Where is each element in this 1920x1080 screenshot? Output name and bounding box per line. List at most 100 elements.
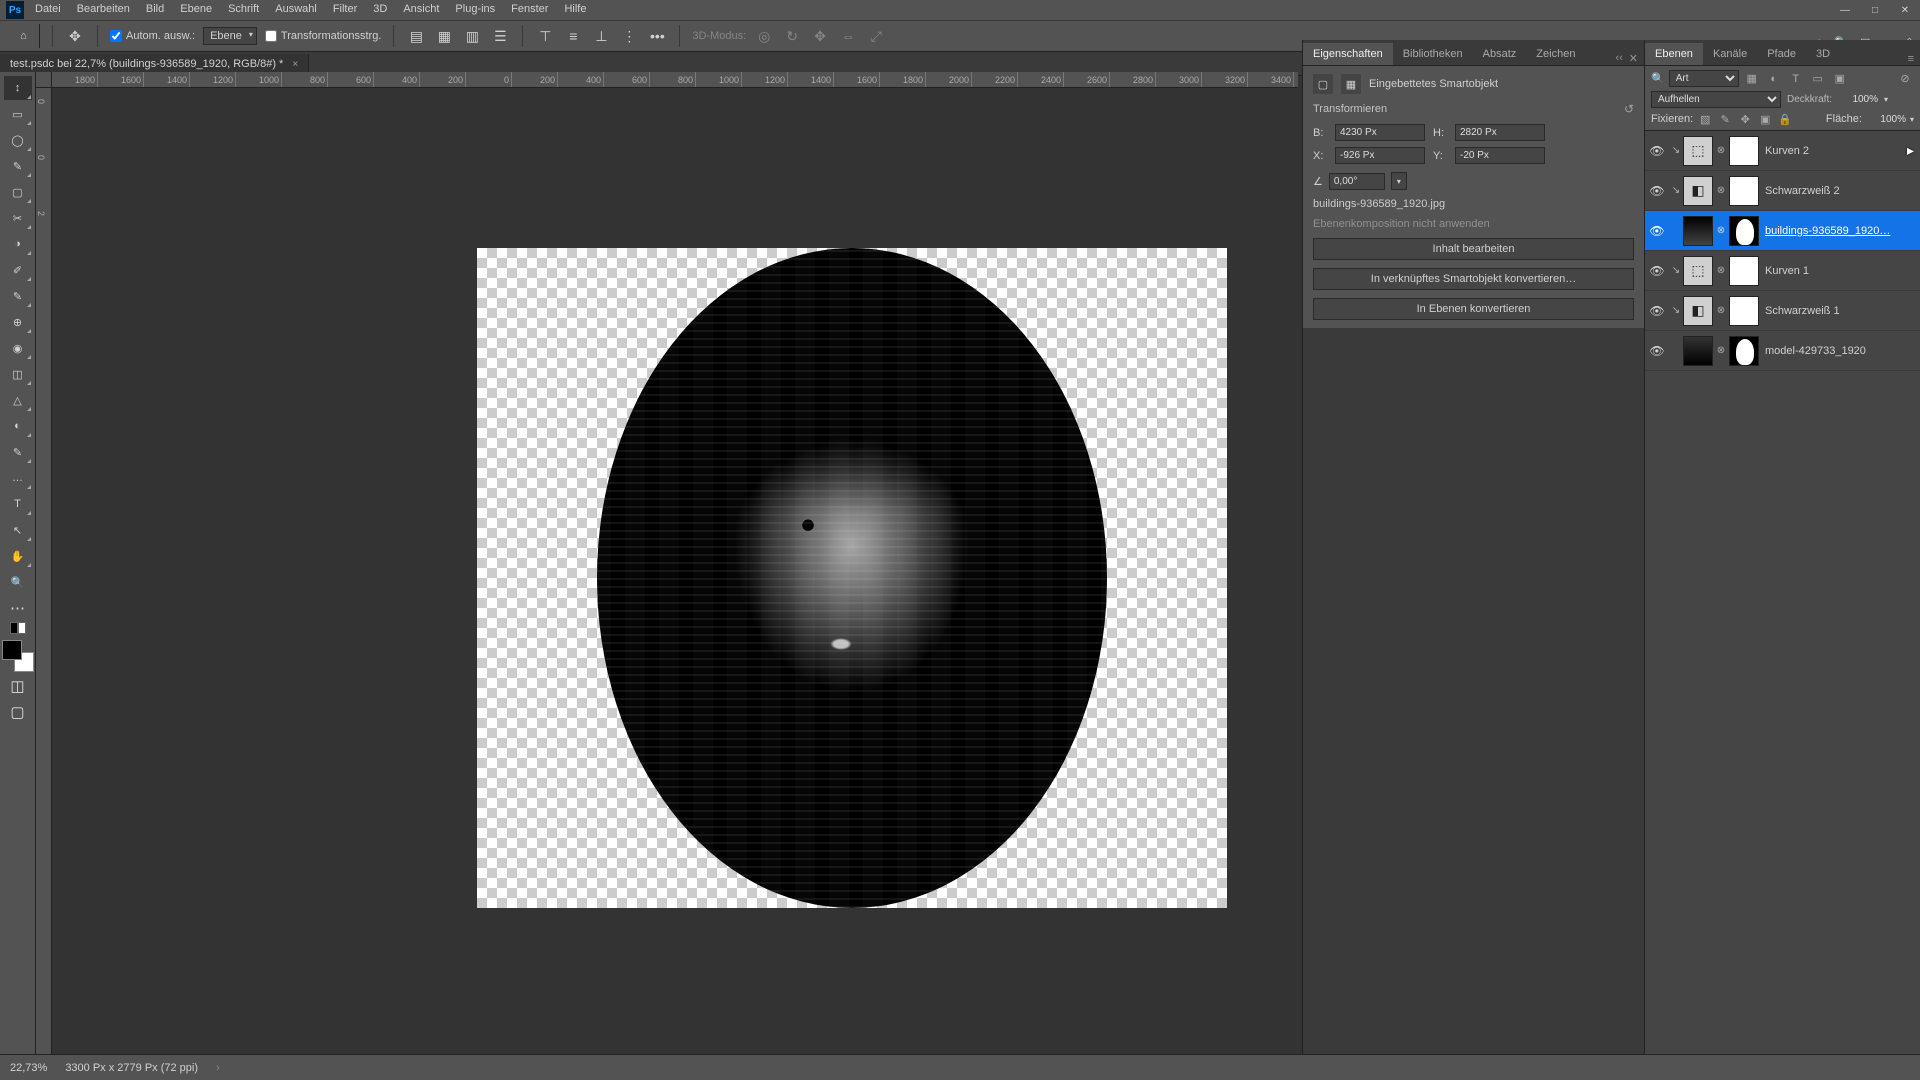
status-more-icon[interactable]: › [216,1062,220,1074]
link-mask-icon[interactable]: ⊗ [1715,345,1727,356]
tab-3d[interactable]: 3D [1806,43,1840,65]
auto-select-target-select[interactable]: Ebene [203,27,257,45]
edit-toolbar[interactable]: ⋯ [4,596,32,620]
lock-paint-icon[interactable]: ✎ [1717,112,1733,126]
canvas-viewport[interactable] [52,88,1298,1054]
layer-row[interactable]: 👁 ↘ ⬚ ⊗ Kurven 1 [1645,251,1920,291]
maximize-button[interactable]: □ [1860,0,1890,20]
align-left-icon[interactable]: ▤ [406,26,426,46]
transform-controls-checkbox[interactable]: Transformationsstrg. [265,30,381,42]
mask-thumb[interactable] [1729,216,1759,246]
distribute-h-icon[interactable]: ☰ [490,26,510,46]
dodge-tool[interactable]: ✎ [4,440,32,464]
visibility-icon[interactable]: 👁 [1645,144,1669,158]
convert-layers-button[interactable]: In Ebenen konvertieren [1313,298,1634,320]
brush-tool[interactable]: ✎ [4,284,32,308]
visibility-icon[interactable]: 👁 [1645,224,1669,238]
filter-smart-icon[interactable]: ▣ [1831,71,1849,87]
gradient-tool[interactable]: △ [4,388,32,412]
align-bottom-icon[interactable]: ⊥ [591,26,611,46]
x-input[interactable] [1335,147,1425,164]
lasso-tool[interactable]: ◯ [4,128,32,152]
lock-position-icon[interactable]: ✥ [1737,112,1753,126]
tab-paths[interactable]: Pfade [1757,43,1806,65]
search-icon[interactable]: 🔍 [1651,72,1665,85]
link-mask-icon[interactable]: ⊗ [1715,225,1727,236]
frame-tool[interactable]: ✂ [4,206,32,230]
document-tab[interactable]: test.psdc bei 22,7% (buildings-936589_19… [0,54,309,74]
clone-stamp-tool[interactable]: ⊕ [4,310,32,334]
auto-select-checkbox[interactable]: Autom. ausw.: [110,30,195,42]
lock-artboard-icon[interactable]: ▣ [1757,112,1773,126]
layer-thumb[interactable] [1683,216,1713,246]
lock-transparency-icon[interactable]: ▧ [1697,112,1713,126]
mask-thumb[interactable] [1729,176,1759,206]
distribute-v-icon[interactable]: ⋮ [619,26,639,46]
menu-item[interactable]: Bearbeiten [69,0,138,18]
tab-paragraph[interactable]: Absatz [1473,43,1527,65]
link-mask-icon[interactable]: ⊗ [1715,185,1727,196]
layer-name[interactable]: Schwarzweiß 1 [1765,305,1914,317]
convert-linked-button[interactable]: In verknüpftes Smartobjekt konvertieren… [1313,268,1634,290]
close-panel-icon[interactable]: ✕ [1629,52,1638,65]
tab-layers[interactable]: Ebenen [1645,43,1703,65]
marquee-tool[interactable]: ▭ [4,102,32,126]
ruler-origin[interactable] [36,72,52,88]
mask-thumb[interactable] [1729,336,1759,366]
move-tool[interactable]: ↕ [4,76,32,100]
layer-name[interactable]: buildings-936589_1920… [1765,225,1914,237]
adjustment-thumb-icon[interactable]: ◧ [1683,176,1713,206]
screenmode-icon[interactable]: ▢ [4,700,32,724]
default-swatches-icon[interactable] [10,622,26,634]
tab-channels[interactable]: Kanäle [1703,43,1757,65]
close-button[interactable]: ✕ [1890,0,1920,20]
edit-contents-button[interactable]: Inhalt bearbeiten [1313,238,1634,260]
ruler-vertical[interactable]: 002 [36,88,52,1054]
filter-type-icon[interactable]: T [1787,71,1805,87]
adjustment-thumb-icon[interactable]: ⬚ [1683,256,1713,286]
blend-mode-select[interactable]: Aufhellen [1651,91,1781,108]
path-select-tool[interactable]: ↖ [4,518,32,542]
layer-name[interactable]: model-429733_1920 [1765,345,1914,357]
zoom-tool[interactable]: 🔍 [4,570,32,594]
collapse-panel-icon[interactable]: ‹‹ [1615,52,1622,65]
layers-list[interactable]: 👁 ↘ ⬚ ⊗ Kurven 2 ▸ 👁 ↘ ◧ ⊗ Schwarzweiß [1645,130,1920,1054]
filter-kind-select[interactable]: Art [1669,70,1739,87]
reset-transform-icon[interactable]: ↺ [1624,102,1634,116]
visibility-icon[interactable]: 👁 [1645,184,1669,198]
menu-item[interactable]: Datei [27,0,69,18]
mask-thumb[interactable] [1729,256,1759,286]
more-align-icon[interactable]: ••• [647,26,667,46]
blur-tool[interactable]: ◐ [4,414,32,438]
menu-item[interactable]: Schrift [220,0,267,18]
fg-bg-swatches[interactable] [2,640,34,672]
fg-color[interactable] [2,640,22,660]
fill-input[interactable] [1866,114,1906,125]
align-right-icon[interactable]: ▥ [462,26,482,46]
menu-item[interactable]: Plug-ins [447,0,503,18]
eyedropper-tool[interactable]: ◑ [4,232,32,256]
tab-properties[interactable]: Eigenschaften [1303,43,1393,65]
filter-adjust-icon[interactable]: ◐ [1765,71,1783,87]
adjustment-thumb-icon[interactable]: ⬚ [1683,136,1713,166]
quickmask-icon[interactable]: ◫ [4,674,32,698]
zoom-level[interactable]: 22,73% [10,1062,47,1074]
close-tab-icon[interactable]: × [292,59,298,70]
menu-item[interactable]: 3D [365,0,395,18]
link-mask-icon[interactable]: ⊗ [1715,305,1727,316]
align-center-v-icon[interactable]: ≡ [563,26,583,46]
layer-row[interactable]: 👁 ↘ ◧ ⊗ Schwarzweiß 2 [1645,171,1920,211]
eraser-tool[interactable]: ◫ [4,362,32,386]
canvas-document[interactable] [477,248,1227,908]
ruler-horizontal[interactable]: 1800160014001200100080060040020002004006… [52,72,1298,88]
move-tool-preset-icon[interactable]: ✥ [65,26,85,46]
home-icon[interactable]: ⌂ [8,24,40,48]
pen-tool[interactable]: … [4,466,32,490]
menu-item[interactable]: Bild [138,0,172,18]
width-input[interactable] [1335,124,1425,141]
layer-name[interactable]: Kurven 1 [1765,265,1914,277]
filter-pixel-icon[interactable]: ▦ [1743,71,1761,87]
opacity-input[interactable] [1838,94,1878,105]
angle-dropdown[interactable]: ▾ [1391,172,1407,190]
menu-item[interactable]: Ansicht [395,0,447,18]
